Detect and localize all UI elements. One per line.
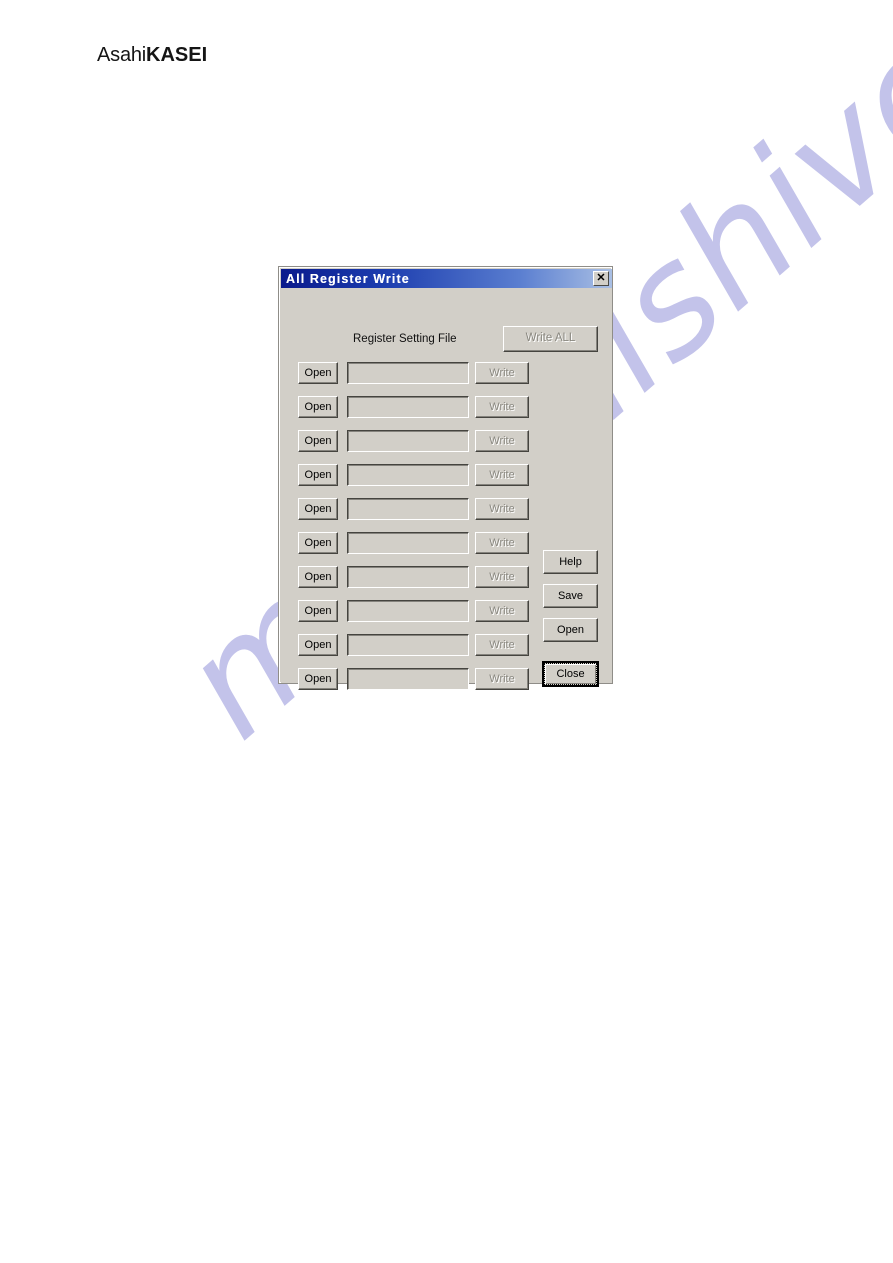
file-path-input[interactable] [347, 668, 469, 690]
file-path-input[interactable] [347, 600, 469, 622]
open-file-button[interactable]: Open [298, 600, 338, 622]
register-file-row: Open Write [281, 464, 612, 488]
open-file-button[interactable]: Open [298, 430, 338, 452]
write-button[interactable]: Write [475, 430, 529, 452]
open-file-button[interactable]: Open [298, 396, 338, 418]
register-file-row: Open Write [281, 498, 612, 522]
write-button[interactable]: Write [475, 362, 529, 384]
open-file-button[interactable]: Open [298, 566, 338, 588]
file-path-input[interactable] [347, 362, 469, 384]
write-all-button[interactable]: Write ALL [503, 326, 598, 352]
register-file-row: Open Write [281, 430, 612, 454]
file-path-input[interactable] [347, 532, 469, 554]
close-button-label: Close [544, 663, 597, 685]
asahi-kasei-logo: AsahiKASEI [97, 44, 207, 67]
file-path-input[interactable] [347, 430, 469, 452]
register-file-row: Open Write [281, 396, 612, 420]
logo-text-asahi: Asahi [97, 44, 147, 66]
help-button[interactable]: Help [543, 550, 598, 574]
file-path-input[interactable] [347, 634, 469, 656]
register-setting-file-label: Register Setting File [353, 333, 457, 345]
open-file-button[interactable]: Open [298, 634, 338, 656]
file-path-input[interactable] [347, 396, 469, 418]
write-button[interactable]: Write [475, 532, 529, 554]
write-button[interactable]: Write [475, 566, 529, 588]
all-register-write-dialog: All Register Write ✕ Register Setting Fi… [278, 266, 613, 690]
file-path-input[interactable] [347, 566, 469, 588]
open-settings-button[interactable]: Open [543, 618, 598, 642]
close-button[interactable]: Close [542, 661, 599, 687]
dialog-title-bar: All Register Write ✕ [281, 269, 612, 288]
close-icon[interactable]: ✕ [593, 271, 609, 286]
open-file-button[interactable]: Open [298, 464, 338, 486]
write-button[interactable]: Write [475, 396, 529, 418]
write-button[interactable]: Write [475, 498, 529, 520]
file-path-input[interactable] [347, 498, 469, 520]
save-button[interactable]: Save [543, 584, 598, 608]
file-path-input[interactable] [347, 464, 469, 486]
write-button[interactable]: Write [475, 464, 529, 486]
dialog-body: Register Setting File Write ALL Open Writ… [281, 288, 612, 690]
logo-text-kasei: KASEI [146, 44, 208, 66]
dialog-title: All Register Write [286, 271, 410, 286]
write-button[interactable]: Write [475, 600, 529, 622]
write-button[interactable]: Write [475, 668, 529, 690]
write-button[interactable]: Write [475, 634, 529, 656]
open-file-button[interactable]: Open [298, 362, 338, 384]
open-file-button[interactable]: Open [298, 498, 338, 520]
open-file-button[interactable]: Open [298, 668, 338, 690]
register-file-row: Open Write [281, 362, 612, 386]
open-file-button[interactable]: Open [298, 532, 338, 554]
